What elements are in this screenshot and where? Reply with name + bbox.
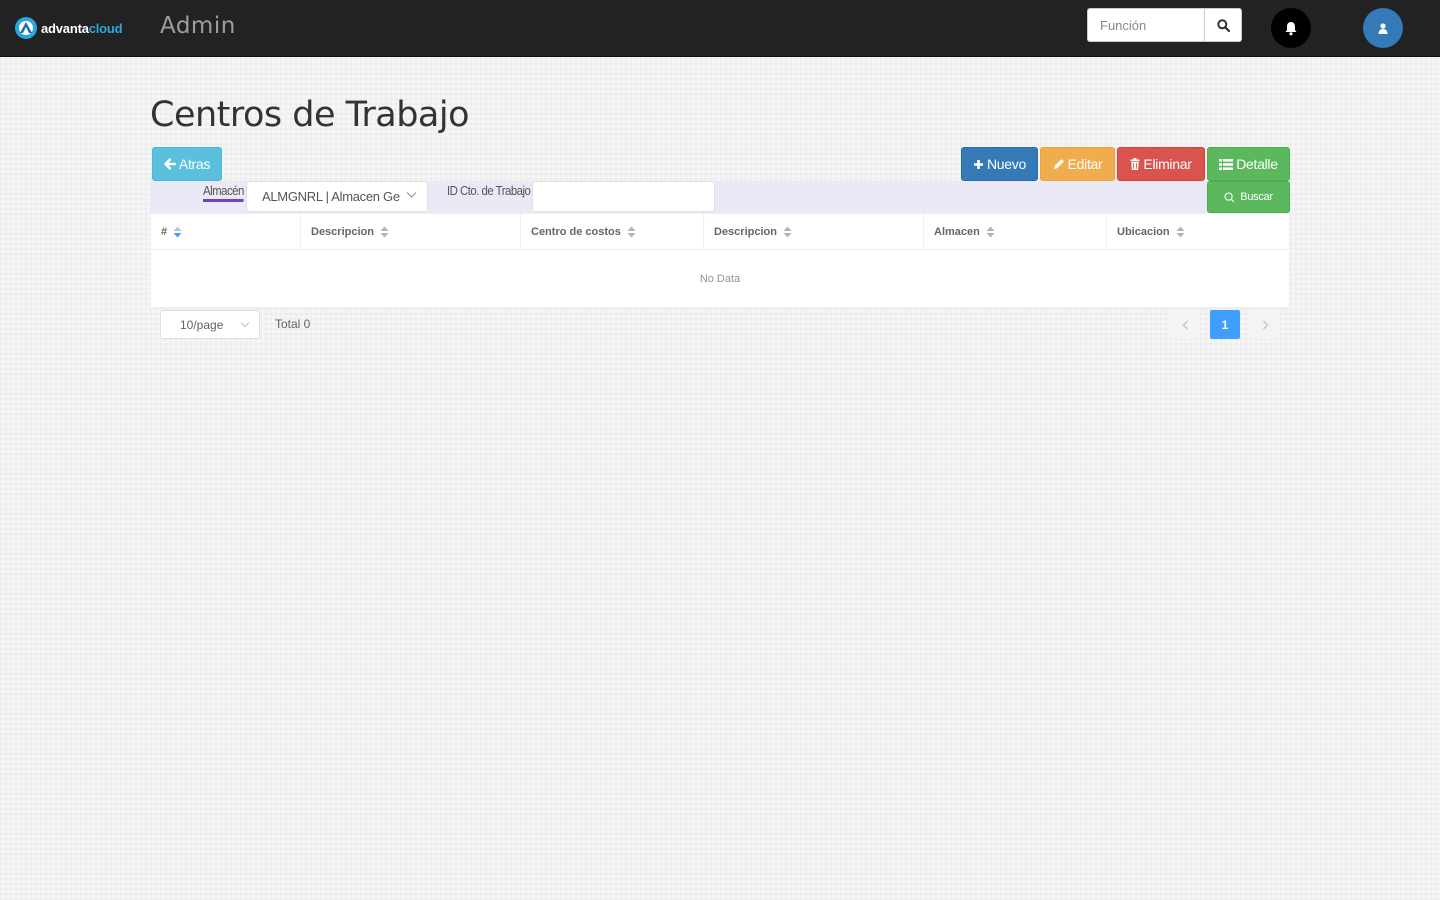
table-header: # Descripcion Centro de costos Descripci… [151, 214, 1289, 250]
column-header-descripcion-2[interactable]: Descripcion [704, 214, 924, 249]
almacen-select-value: ALMGNRL | Almacen General [262, 189, 400, 204]
column-header-descripcion[interactable]: Descripcion [301, 214, 521, 249]
user-menu-button[interactable] [1363, 8, 1403, 48]
almacen-select[interactable]: ALMGNRL | Almacen General [246, 181, 428, 212]
function-search-input[interactable] [1087, 8, 1204, 42]
cloud-logo-icon [15, 17, 37, 39]
detail-button-label: Detalle [1236, 156, 1278, 172]
sort-icon[interactable] [380, 226, 389, 238]
column-header-ubicacion[interactable]: Ubicacion [1107, 214, 1289, 249]
arrow-left-icon [164, 158, 176, 170]
detail-button[interactable]: Detalle [1207, 147, 1290, 181]
column-header-centro-de-costos[interactable]: Centro de costos [521, 214, 704, 249]
list-icon [1219, 158, 1234, 170]
sort-icon[interactable] [627, 226, 636, 238]
page-size-select[interactable]: 10/page [160, 310, 260, 339]
edit-button-label: Editar [1067, 156, 1103, 172]
function-search [1087, 8, 1242, 42]
page-number-button[interactable]: 1 [1210, 310, 1240, 339]
edit-button[interactable]: Editar [1040, 147, 1115, 181]
sort-icon[interactable] [173, 226, 182, 238]
brand-name: advantacloud [41, 20, 123, 36]
chevron-left-icon [1182, 320, 1188, 329]
chevron-down-icon [240, 322, 250, 328]
search-filter-button-label: Buscar [1240, 191, 1273, 203]
notifications-button[interactable] [1271, 8, 1311, 48]
user-icon [1378, 22, 1388, 34]
almacen-label: Almacén [203, 184, 244, 202]
idcto-label: ID Cto. de Trabajo [447, 183, 531, 198]
search-button[interactable] [1204, 8, 1242, 42]
search-filter-button[interactable]: Buscar [1207, 181, 1290, 213]
delete-button-label: Eliminar [1143, 156, 1192, 172]
chevron-right-icon [1262, 320, 1268, 329]
previous-page-button[interactable] [1170, 310, 1200, 339]
trash-icon [1130, 158, 1140, 170]
back-button[interactable]: Atras [152, 147, 222, 181]
sort-icon[interactable] [986, 226, 995, 238]
bell-icon [1285, 21, 1297, 35]
app-title: Admin [160, 13, 236, 39]
search-icon [1224, 191, 1235, 202]
plus-icon [974, 159, 983, 169]
next-page-button[interactable] [1250, 310, 1280, 339]
sort-icon[interactable] [783, 226, 792, 238]
idcto-input[interactable] [532, 181, 715, 212]
page-size-value: 10/page [180, 317, 224, 332]
work-centers-table: # Descripcion Centro de costos Descripci… [150, 213, 1290, 308]
brand-logo[interactable]: advantacloud [14, 15, 123, 41]
pencil-icon [1053, 159, 1064, 169]
column-header-almacen[interactable]: Almacen [924, 214, 1107, 249]
new-button-label: Nuevo [987, 156, 1026, 172]
empty-table-message: No Data [699, 273, 741, 285]
sort-icon[interactable] [1176, 226, 1185, 238]
total-count: Total 0 [275, 317, 311, 331]
page-title: Centros de Trabajo [150, 95, 470, 135]
back-button-label: Atras [178, 156, 211, 172]
delete-button[interactable]: Eliminar [1117, 147, 1205, 181]
chevron-down-icon [406, 192, 417, 198]
search-icon [1216, 18, 1230, 32]
column-header-id[interactable]: # [151, 214, 301, 249]
top-navbar: advantacloud Admin [0, 0, 1440, 57]
new-button[interactable]: Nuevo [961, 147, 1038, 181]
